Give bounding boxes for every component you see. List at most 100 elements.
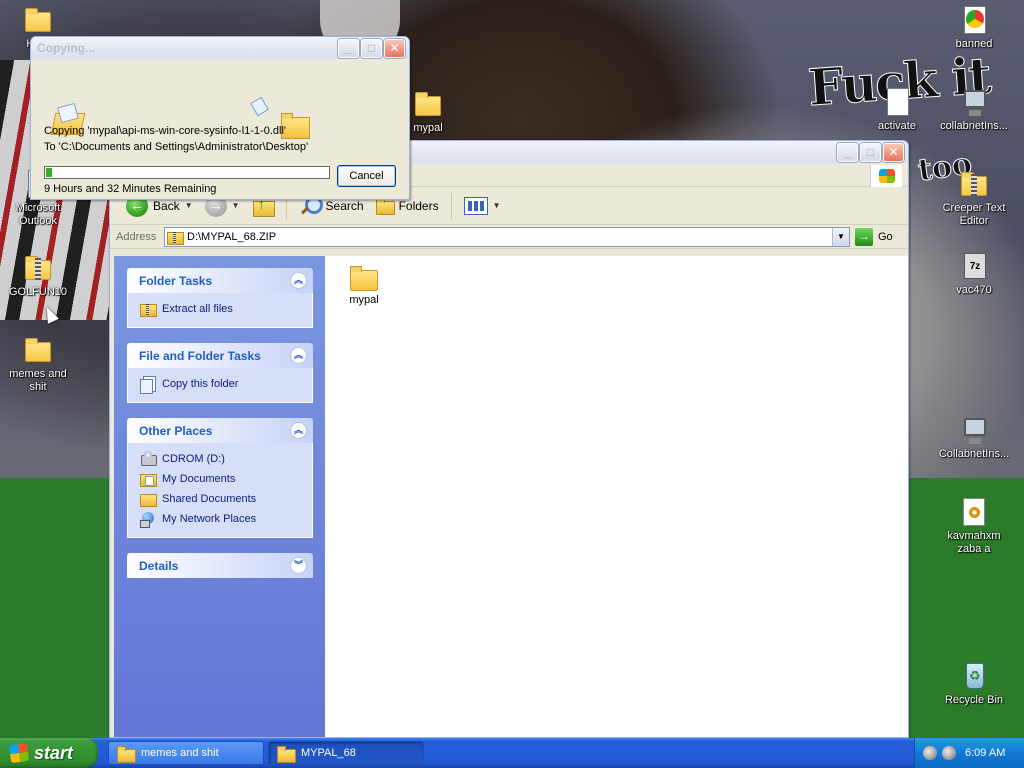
back-label: Back xyxy=(153,198,180,213)
windows-logo-icon xyxy=(870,165,902,187)
task-extract-all-files[interactable]: Extract all files xyxy=(140,299,312,319)
minimize-button[interactable]: _ xyxy=(338,39,359,58)
file-list-area[interactable]: mypal xyxy=(325,256,908,737)
window-controls: _ □ ✕ xyxy=(837,143,904,162)
file-item-mypal[interactable]: mypal xyxy=(346,264,382,306)
desktop-icon-kavmahxm[interactable]: kavmahxm zaba a xyxy=(936,496,1012,556)
volume-tray-icon[interactable] xyxy=(942,746,956,760)
shared-documents-icon xyxy=(140,491,157,507)
chevron-down-icon[interactable]: ▼ xyxy=(185,201,193,210)
desktop-icon-memes-folder[interactable]: memes and shit xyxy=(0,334,76,394)
collapse-icon[interactable]: ︽ xyxy=(290,347,307,364)
taskbar-button-mypal-68[interactable]: MYPAL_68 xyxy=(268,741,424,765)
expand-icon[interactable]: ︾ xyxy=(290,557,307,574)
place-my-documents[interactable]: My Documents xyxy=(140,469,312,489)
7zip-archive-icon: 7z xyxy=(958,250,990,282)
views-button[interactable]: ▼ xyxy=(460,191,505,221)
time-remaining-text: 9 Hours and 32 Minutes Remaining xyxy=(44,183,217,195)
clock[interactable]: 6:09 AM xyxy=(965,747,1005,759)
taskbar-button-memes-and-shit[interactable]: memes and shit xyxy=(108,741,264,765)
chevron-down-icon[interactable]: ▼ xyxy=(232,201,240,210)
maximize-button[interactable]: □ xyxy=(860,143,881,162)
zip-folder-icon xyxy=(958,168,990,200)
maximize-icon: □ xyxy=(367,41,376,55)
desktop-icon-banned[interactable]: banned xyxy=(936,4,1012,51)
address-value: D:\MYPAL_68.ZIP xyxy=(187,230,277,243)
collapse-icon[interactable]: ︽ xyxy=(290,422,307,439)
taskbar-button-label: MYPAL_68 xyxy=(301,747,356,759)
details-header[interactable]: Details ︾ xyxy=(127,553,313,578)
desktop-icon-label: memes and shit xyxy=(9,368,67,393)
desktop-icon-label: Microsoft Outlook xyxy=(15,202,61,227)
close-icon: ✕ xyxy=(389,41,400,55)
task-copy-this-folder[interactable]: Copy this folder xyxy=(140,374,312,394)
media-file-icon xyxy=(958,496,990,528)
maximize-button[interactable]: □ xyxy=(361,39,382,58)
folder-icon xyxy=(412,88,444,120)
views-icon xyxy=(463,196,488,215)
desktop-icon-recycle-bin[interactable]: Recycle Bin xyxy=(936,660,1012,707)
address-input[interactable]: D:\MYPAL_68.ZIP ▼ xyxy=(164,226,850,247)
system-tray: 6:09 AM xyxy=(914,738,1024,768)
place-label: My Network Places xyxy=(162,513,257,525)
desktop-icon-creeper-text-editor[interactable]: Creeper Text Editor xyxy=(936,168,1012,228)
desktop-icon-activate[interactable]: activate xyxy=(859,86,935,133)
installer-icon xyxy=(958,86,990,118)
chevron-down-icon: ▼ xyxy=(492,201,501,210)
close-icon: ✕ xyxy=(888,145,899,159)
folder-icon xyxy=(22,334,54,366)
go-button[interactable]: → Go xyxy=(855,227,893,246)
explorer-body: Folder Tasks ︽ Extract all files File an… xyxy=(114,256,908,737)
folders-label: Folders xyxy=(398,198,439,213)
panel-title: Details xyxy=(139,558,179,573)
minimize-button[interactable]: _ xyxy=(837,143,858,162)
desktop-icon-collabnet-1[interactable]: collabnetIns... xyxy=(936,86,1012,133)
desktop-icon-label: kavmahxm zaba a xyxy=(947,530,1001,555)
panel-title: Folder Tasks xyxy=(139,273,213,288)
copy-progress-dialog[interactable]: Copying... _ □ ✕ Copying 'mypal\api-ms-w… xyxy=(30,36,410,200)
close-button[interactable]: ✕ xyxy=(883,143,904,162)
desktop-icon-collabnet-2[interactable]: CollabnetIns... xyxy=(936,414,1012,461)
close-button[interactable]: ✕ xyxy=(384,39,405,58)
folder-tasks-body: Extract all files xyxy=(127,293,313,328)
desktop-icon-label: CollabnetIns... xyxy=(938,448,1010,460)
place-shared-documents[interactable]: Shared Documents xyxy=(140,489,312,509)
cancel-button[interactable]: Cancel xyxy=(337,165,396,187)
search-label: Search xyxy=(325,198,364,213)
folder-tasks-header[interactable]: Folder Tasks ︽ xyxy=(127,268,313,293)
copy-destination-text: To 'C:\Documents and Settings\Administra… xyxy=(44,141,309,153)
maximize-icon: □ xyxy=(866,145,875,159)
copy-dialog-titlebar[interactable]: Copying... _ □ ✕ xyxy=(31,37,409,59)
taskbar-button-label: memes and shit xyxy=(141,747,219,759)
file-folder-tasks-header[interactable]: File and Folder Tasks ︽ xyxy=(127,343,313,368)
place-label: My Documents xyxy=(162,473,236,485)
desktop-icon-vac470[interactable]: 7z vac470 xyxy=(936,250,1012,297)
toolbar-divider xyxy=(450,192,452,219)
desktop-icon-golfun10[interactable]: GOLFUN10 xyxy=(0,252,76,299)
browser-shortcut-icon xyxy=(958,4,990,36)
collapse-icon[interactable]: ︽ xyxy=(290,272,307,289)
start-button[interactable]: start xyxy=(0,738,98,768)
my-documents-icon xyxy=(140,471,157,487)
windows-flag-icon xyxy=(8,742,30,764)
explorer-window[interactable]: _ □ ✕ ← Back ▼ → ▼ Search Folders xyxy=(109,140,909,738)
copying-file-text: Copying 'mypal\api-ms-win-core-sysinfo-l… xyxy=(44,125,286,137)
copy-icon xyxy=(140,376,156,394)
task-pane: Folder Tasks ︽ Extract all files File an… xyxy=(114,256,325,737)
task-label: Copy this folder xyxy=(162,378,239,390)
place-my-network-places[interactable]: My Network Places xyxy=(140,509,312,529)
network-tray-icon[interactable] xyxy=(923,746,937,760)
address-dropdown-button[interactable]: ▼ xyxy=(832,227,849,246)
zip-folder-icon xyxy=(167,230,184,245)
installer-icon xyxy=(958,414,990,446)
panel-title: Other Places xyxy=(139,423,213,438)
folder-icon xyxy=(117,745,136,763)
go-arrow-icon: → xyxy=(855,227,873,246)
network-places-icon xyxy=(140,511,156,528)
address-bar: Address D:\MYPAL_68.ZIP ▼ → Go xyxy=(110,225,908,249)
copy-progress-bar xyxy=(44,166,330,179)
desktop-icon-label: collabnetIns... xyxy=(940,120,1008,132)
other-places-header[interactable]: Other Places ︽ xyxy=(127,418,313,443)
file-folder-tasks-body: Copy this folder xyxy=(127,368,313,403)
place-cdrom[interactable]: CDROM (D:) xyxy=(140,449,312,469)
